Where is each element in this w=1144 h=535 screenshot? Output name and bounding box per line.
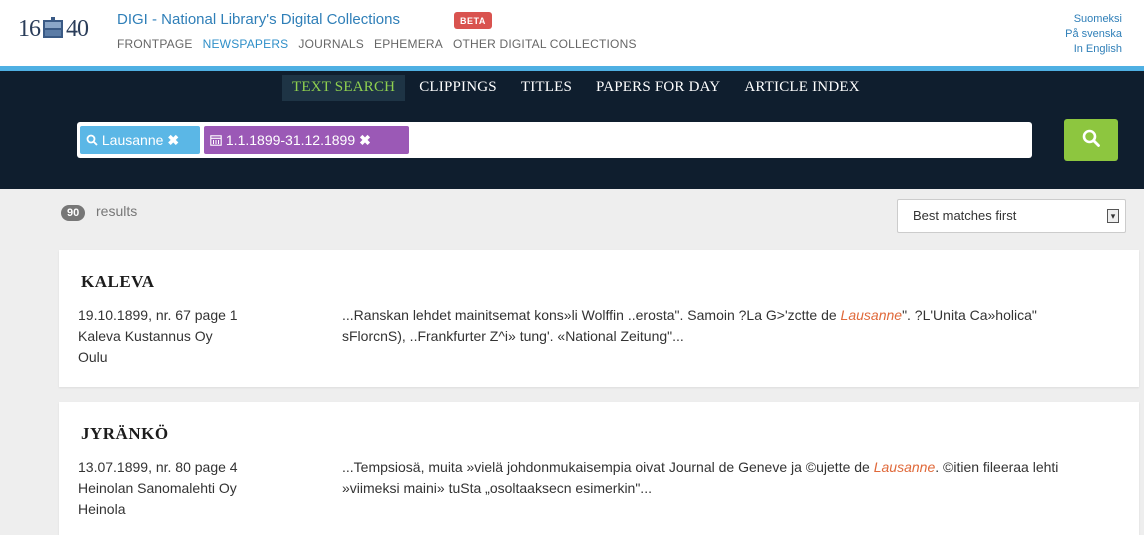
chevron-down-icon[interactable]: ▾ xyxy=(1107,209,1119,223)
tab-clippings[interactable]: CLIPPINGS xyxy=(409,75,507,101)
lang-english[interactable]: In English xyxy=(1065,42,1122,57)
tab-text-search[interactable]: TEXT SEARCH xyxy=(282,75,406,101)
date-chip[interactable]: 1.1.1899-31.12.1899 ✖ xyxy=(204,126,409,154)
result-card[interactable]: JYRÄNKÖ 13.07.1899, nr. 80 page 4 Heinol… xyxy=(59,402,1139,535)
site-title[interactable]: DIGI - National Library's Digital Collec… xyxy=(117,11,400,28)
logo-year-left: 16 xyxy=(18,15,41,42)
close-icon[interactable]: ✖ xyxy=(359,132,371,148)
snippet-text: ...Ranskan lehdet mainitsemat kons»li Wo… xyxy=(342,307,841,323)
search-icon xyxy=(86,132,102,148)
query-chip[interactable]: Lausanne ✖ xyxy=(80,126,200,154)
tab-article-index[interactable]: ARTICLE INDEX xyxy=(734,75,869,101)
query-chip-label: Lausanne xyxy=(101,132,164,148)
result-card[interactable]: KALEVA 19.10.1899, nr. 67 page 1 Kaleva … xyxy=(59,250,1139,387)
search-input[interactable]: Lausanne ✖ 1.1.1899-31.12.1899 ✖ xyxy=(77,122,1032,158)
result-meta: 13.07.1899, nr. 80 page 4 Heinolan Sanom… xyxy=(78,457,238,520)
result-place: Oulu xyxy=(78,349,108,365)
snippet-text: ...Tempsiosä, muita »vielä johdonmukaise… xyxy=(342,459,874,475)
lang-swedish[interactable]: På svenska xyxy=(1065,27,1122,42)
nav-other-collections[interactable]: OTHER DIGITAL COLLECTIONS xyxy=(453,37,637,51)
result-date-issue: 13.07.1899, nr. 80 page 4 xyxy=(78,459,238,475)
crest-icon xyxy=(41,16,65,42)
result-snippet: ...Tempsiosä, muita »vielä johdonmukaise… xyxy=(342,457,1102,499)
tab-titles[interactable]: TITLES xyxy=(511,75,582,101)
close-icon[interactable]: ✖ xyxy=(167,132,179,148)
site-header: 16 40 DIGI - National Library's Digital … xyxy=(0,0,1144,66)
search-tabs: TEXT SEARCH CLIPPINGS TITLES PAPERS FOR … xyxy=(282,75,874,101)
top-navigation: FRONTPAGE NEWSPAPERS JOURNALS EPHEMERA O… xyxy=(117,37,647,51)
calendar-icon xyxy=(210,132,226,148)
language-switcher: Suomeksi På svenska In English xyxy=(1065,12,1122,57)
sort-selected-label: Best matches first xyxy=(913,208,1017,223)
snippet-highlight: Lausanne xyxy=(873,459,936,475)
search-icon xyxy=(1082,129,1100,152)
library-logo[interactable]: 16 40 xyxy=(18,14,108,44)
logo-year-right: 40 xyxy=(66,15,89,42)
tab-papers-for-day[interactable]: PAPERS FOR DAY xyxy=(586,75,730,101)
result-publisher: Heinolan Sanomalehti Oy xyxy=(78,480,237,496)
result-date-issue: 19.10.1899, nr. 67 page 1 xyxy=(78,307,238,323)
nav-journals[interactable]: JOURNALS xyxy=(298,37,364,51)
result-place: Heinola xyxy=(78,501,126,517)
nav-ephemera[interactable]: EPHEMERA xyxy=(374,37,443,51)
beta-badge: BETA xyxy=(454,12,492,29)
search-section: TEXT SEARCH CLIPPINGS TITLES PAPERS FOR … xyxy=(0,71,1144,189)
nav-frontpage[interactable]: FRONTPAGE xyxy=(117,37,193,51)
result-title[interactable]: JYRÄNKÖ xyxy=(81,424,169,444)
result-snippet: ...Ranskan lehdet mainitsemat kons»li Wo… xyxy=(342,305,1102,347)
search-button[interactable] xyxy=(1064,119,1118,161)
results-count-badge: 90 xyxy=(61,205,86,221)
result-meta: 19.10.1899, nr. 67 page 1 Kaleva Kustann… xyxy=(78,305,238,368)
sort-select[interactable]: Best matches first ▾ xyxy=(897,199,1126,233)
date-chip-label: 1.1.1899-31.12.1899 xyxy=(225,132,356,148)
nav-newspapers[interactable]: NEWSPAPERS xyxy=(203,37,289,51)
snippet-highlight: Lausanne xyxy=(840,307,903,323)
results-label: results xyxy=(96,203,138,219)
result-publisher: Kaleva Kustannus Oy xyxy=(78,328,213,344)
lang-finnish[interactable]: Suomeksi xyxy=(1065,12,1122,27)
result-title[interactable]: KALEVA xyxy=(81,272,155,292)
